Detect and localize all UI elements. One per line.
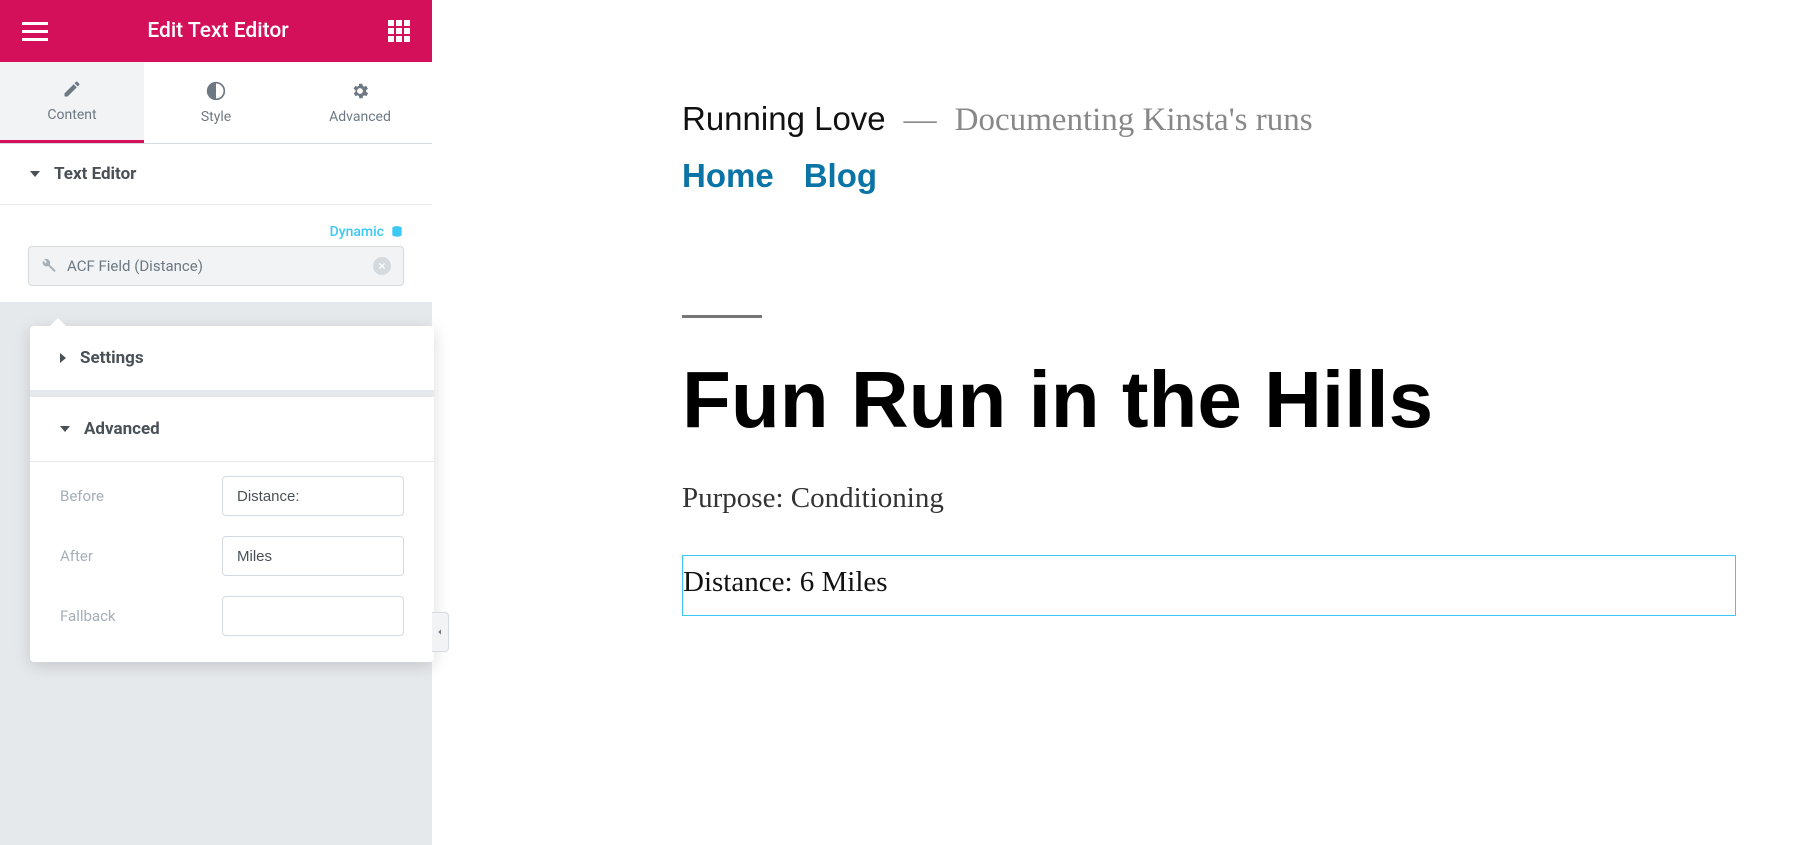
- dynamic-popover: Settings Advanced Before After Fallback: [30, 326, 434, 662]
- post-purpose: Purpose: Conditioning: [682, 482, 1736, 515]
- database-icon: [390, 225, 404, 239]
- after-input[interactable]: [222, 536, 404, 576]
- distance-widget-selected[interactable]: Distance: 6 Miles: [682, 555, 1736, 616]
- site-title[interactable]: Running Love: [682, 100, 886, 138]
- widgets-grid-icon[interactable]: [388, 20, 410, 42]
- before-input[interactable]: [222, 476, 404, 516]
- popover-advanced-section[interactable]: Advanced: [30, 391, 434, 462]
- gear-icon: [350, 81, 370, 101]
- fallback-label: Fallback: [60, 607, 116, 625]
- preview-canvas: Running Love — Documenting Kinsta's runs…: [432, 0, 1816, 845]
- fallback-input[interactable]: [222, 596, 404, 636]
- dynamic-toggle[interactable]: Dynamic: [330, 224, 404, 240]
- site-header: Running Love — Documenting Kinsta's runs: [682, 100, 1736, 139]
- caret-right-icon: [60, 353, 66, 363]
- site-tagline: Documenting Kinsta's runs: [955, 102, 1313, 139]
- distance-text: Distance: 6 Miles: [683, 566, 888, 598]
- nav-blog[interactable]: Blog: [804, 157, 877, 195]
- caret-down-icon: [60, 426, 70, 432]
- nav-home[interactable]: Home: [682, 157, 774, 195]
- tab-style[interactable]: Style: [144, 62, 288, 143]
- panel-tabs: Content Style Advanced: [0, 62, 432, 144]
- popover-advanced-body: Before After Fallback: [30, 462, 434, 662]
- contrast-icon: [206, 81, 226, 101]
- dynamic-row: Dynamic: [0, 205, 432, 246]
- section-text-editor[interactable]: Text Editor: [0, 144, 432, 205]
- hamburger-icon[interactable]: [22, 22, 48, 41]
- pencil-icon: [62, 79, 82, 99]
- editor-sidebar: Edit Text Editor Content Style Advanced …: [0, 0, 432, 845]
- title-divider: [682, 315, 762, 318]
- sidebar-topbar: Edit Text Editor: [0, 0, 432, 62]
- caret-down-icon: [30, 171, 40, 177]
- before-label: Before: [60, 487, 104, 505]
- tab-advanced[interactable]: Advanced: [288, 62, 432, 143]
- site-title-separator: —: [904, 102, 937, 139]
- post-title: Fun Run in the Hills: [682, 358, 1736, 442]
- wrench-icon: [41, 258, 57, 274]
- panel-title: Edit Text Editor: [147, 19, 288, 43]
- after-label: After: [60, 547, 93, 565]
- dynamic-field-tag[interactable]: ACF Field (Distance): [28, 246, 404, 286]
- popover-settings-section[interactable]: Settings: [30, 326, 434, 391]
- clear-field-icon[interactable]: [373, 257, 391, 275]
- primary-nav: Home Blog: [682, 157, 1736, 195]
- tab-content[interactable]: Content: [0, 62, 144, 143]
- dynamic-field-container: ACF Field (Distance): [0, 246, 432, 302]
